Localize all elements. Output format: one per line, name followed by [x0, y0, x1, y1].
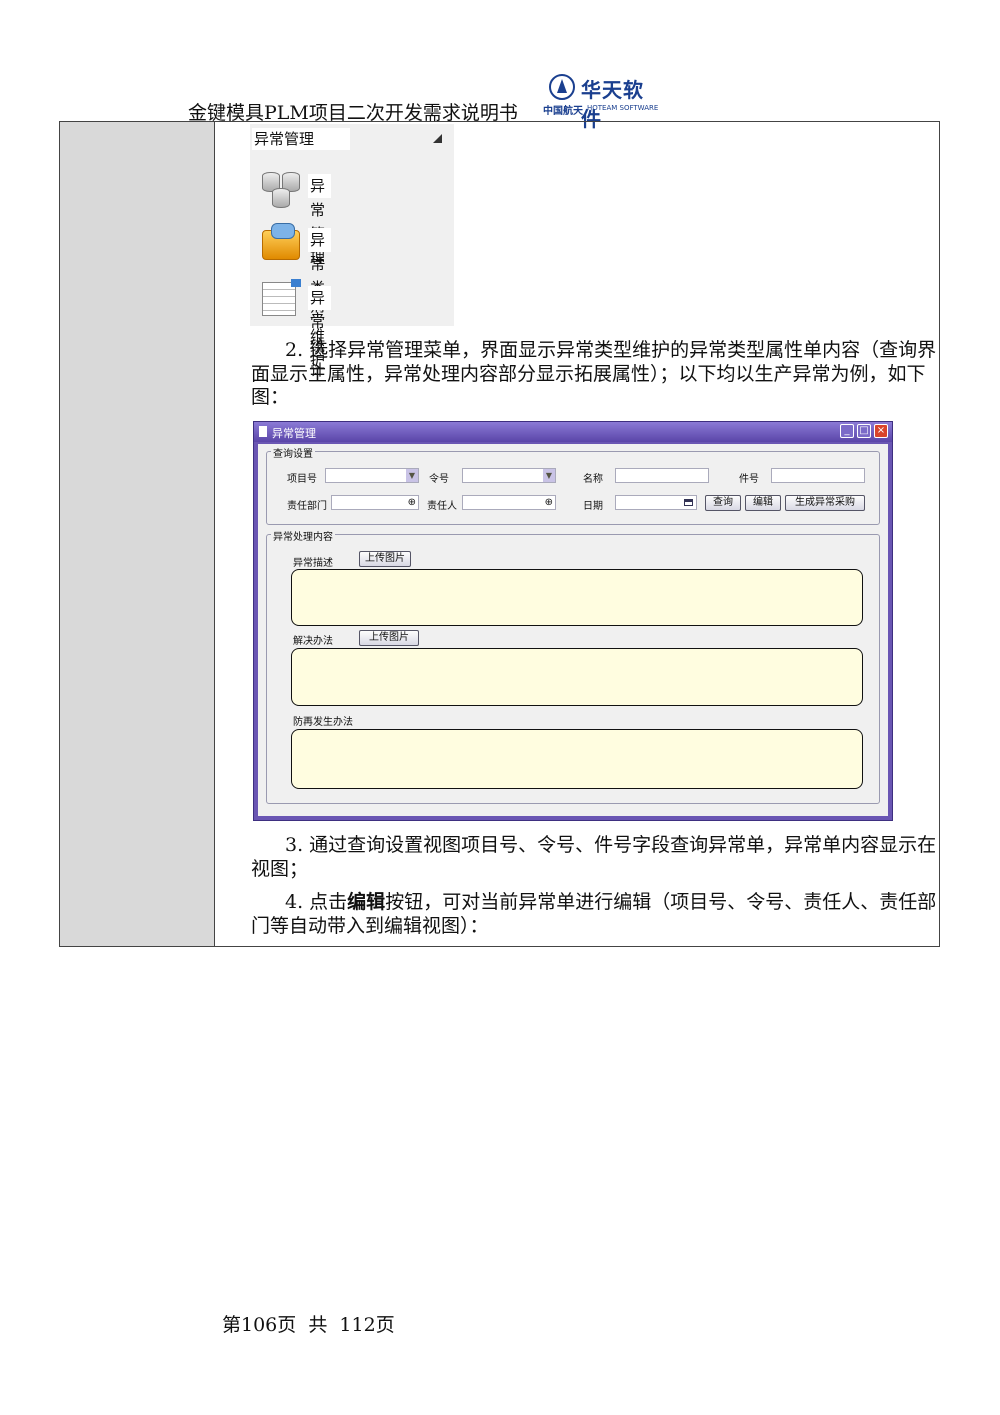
table-left-cell [60, 122, 215, 946]
owner-label: 责任人 [427, 501, 457, 512]
solution-textarea[interactable] [291, 648, 863, 706]
group-label: 查询设置 [271, 445, 315, 460]
upload-image-button[interactable]: 上传图片 [359, 630, 419, 646]
menu-item-label: 异常类型维护 [308, 228, 332, 369]
calendar-icon[interactable] [684, 499, 693, 506]
dept-picker[interactable]: ⊕ [331, 495, 419, 510]
exception-management-window: 异常管理 _ □ × 查询设置 项目号 ▼ 令号 ▼ 名称 件号 责任部门 ⊕ … [253, 421, 893, 821]
spreadsheet-icon [260, 279, 304, 320]
name-input[interactable] [615, 468, 709, 483]
order-no-select[interactable]: ▼ [462, 468, 556, 483]
date-picker[interactable] [615, 495, 697, 510]
database-icon [260, 168, 304, 208]
window-titlebar: 异常管理 _ □ × [254, 422, 892, 442]
magnifier-icon[interactable]: ⊕ [408, 496, 416, 509]
close-icon[interactable]: × [874, 424, 888, 438]
prevention-textarea[interactable] [291, 729, 863, 789]
step-4-text-pre: 4. 点击 [285, 891, 348, 913]
part-no-label: 件号 [739, 474, 759, 485]
maximize-icon[interactable]: □ [857, 424, 871, 438]
paragraph-step-4: 4. 点击编辑按钮，可对当前异常单进行编辑（项目号、令号、责任人、责任部门等自动… [251, 891, 941, 938]
window-title: 异常管理 [272, 427, 316, 440]
chevron-down-icon: ▼ [406, 469, 418, 482]
toolbox-icon [260, 222, 304, 262]
magnifier-icon[interactable]: ⊕ [545, 496, 553, 509]
window-client: 查询设置 项目号 ▼ 令号 ▼ 名称 件号 责任部门 ⊕ 责任人 ⊕ 日期 查询… [258, 444, 888, 816]
logo-mark-icon [549, 74, 575, 100]
minimize-icon[interactable]: _ [840, 424, 854, 438]
query-settings-group: 查询设置 项目号 ▼ 令号 ▼ 名称 件号 责任部门 ⊕ 责任人 ⊕ 日期 查询… [266, 445, 880, 525]
solution-label: 解决办法 [293, 636, 333, 647]
menu-item-label: 异常管理 [308, 174, 332, 267]
menu-panel: 异常管理 异常管理 异常类型维护 异常统计 [250, 124, 454, 379]
part-no-input[interactable] [771, 468, 865, 483]
prevention-label: 防再发生办法 [293, 717, 353, 728]
resize-corner-icon[interactable] [433, 134, 442, 143]
edit-button[interactable]: 编辑 [745, 495, 781, 511]
logo-sub-cn: 中国航天 [543, 106, 583, 117]
description-label: 异常描述 [293, 558, 333, 569]
menu-item-label: 异常统计 [308, 286, 332, 379]
menu-panel-title: 异常管理 [252, 128, 350, 150]
name-label: 名称 [583, 474, 603, 485]
owner-picker[interactable]: ⊕ [462, 495, 556, 510]
step-4-bold-edit: 编辑 [347, 891, 386, 913]
paragraph-step-2: 2. 选择异常管理菜单，界面显示异常类型维护的异常类型属性单内容（查询界面显示主… [251, 339, 937, 408]
paragraph-step-3: 3. 通过查询设置视图项目号、令号、件号字段查询异常单，异常单内容显示在视图； [251, 834, 937, 880]
company-logo: 华天软件 中国航天 HOTEAM SOFTWARE [543, 74, 661, 131]
page-footer: 第106页 共 112页 [222, 1314, 395, 1336]
upload-image-button[interactable]: 上传图片 [359, 551, 411, 567]
description-textarea[interactable] [291, 569, 863, 626]
project-no-label: 项目号 [287, 474, 317, 485]
chevron-down-icon: ▼ [543, 469, 555, 482]
logo-sub-en: HOTEAM SOFTWARE [587, 104, 659, 112]
dept-label: 责任部门 [287, 501, 327, 512]
generate-purchase-button[interactable]: 生成异常采购 [785, 495, 865, 511]
order-no-label: 令号 [429, 474, 449, 485]
document-icon [259, 426, 267, 437]
group-label: 异常处理内容 [271, 528, 335, 543]
query-button[interactable]: 查询 [705, 495, 741, 511]
project-no-select[interactable]: ▼ [325, 468, 419, 483]
date-label: 日期 [583, 501, 603, 512]
exception-process-group: 异常处理内容 异常描述 上传图片 解决办法 上传图片 防再发生办法 [266, 528, 880, 804]
